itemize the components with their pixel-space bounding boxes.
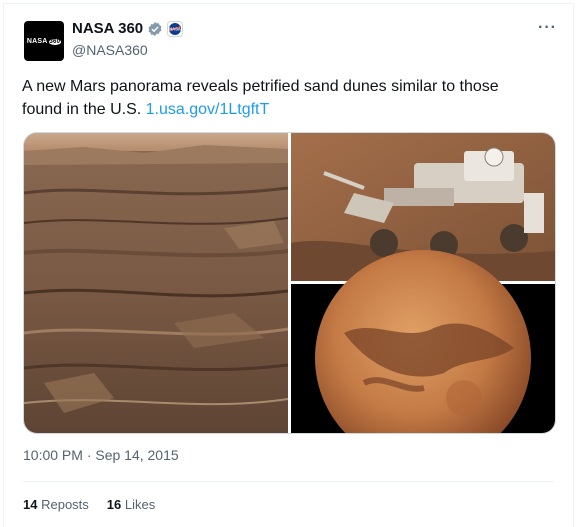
nasa-affiliate-icon: NASA xyxy=(167,20,184,37)
svg-text:NASA: NASA xyxy=(169,26,181,31)
mars-panorama-image[interactable] xyxy=(24,133,289,433)
avatar[interactable]: NASA 360 xyxy=(24,21,64,61)
reposts-stat[interactable]: 14 Reposts xyxy=(23,497,89,512)
likes-stat[interactable]: 16 Likes xyxy=(107,497,155,512)
more-options-icon[interactable]: ··· xyxy=(538,19,557,37)
tweet-card: NASA 360 NASA 360 NASA @NASA360 ··· A new… xyxy=(3,3,574,527)
tweet-text: A new Mars panorama reveals petrified sa… xyxy=(22,78,499,118)
tweet-timestamp[interactable]: 10:00 PM · Sep 14, 2015 xyxy=(23,447,179,463)
author-name-row: NASA 360 NASA xyxy=(72,20,184,37)
divider xyxy=(23,481,554,482)
author-handle[interactable]: @NASA360 xyxy=(72,42,148,58)
tweet-link[interactable]: 1.usa.gov/1LtgftT xyxy=(146,101,270,118)
avatar-logo: NASA 360 xyxy=(26,37,62,45)
engagement-stats: 14 Reposts 16 Likes xyxy=(23,497,155,512)
verified-badge-icon xyxy=(148,21,162,36)
media-grid xyxy=(23,132,556,434)
display-name[interactable]: NASA 360 xyxy=(72,20,143,37)
